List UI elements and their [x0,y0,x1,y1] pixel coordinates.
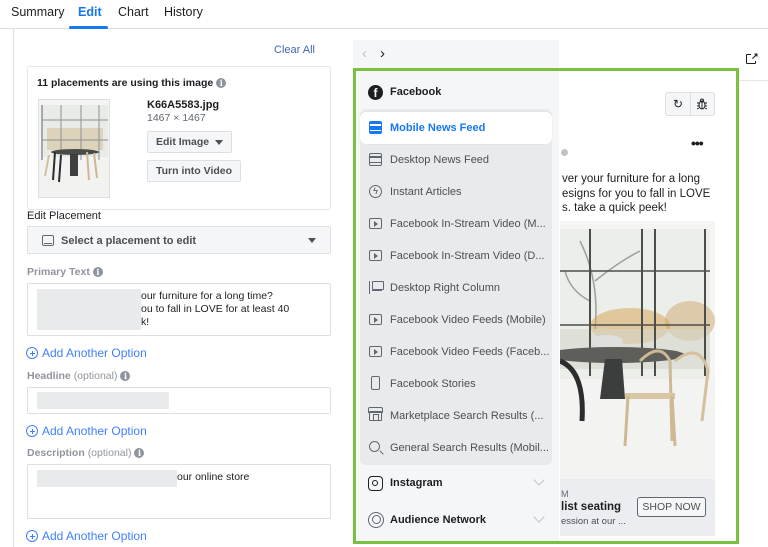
primary-text-label: Primary Text i [27,266,103,278]
chevron-left-icon[interactable]: ‹ [362,45,367,62]
headline-label: Headline (optional) i [27,370,131,382]
redacted-region [37,289,141,330]
redacted-region [37,392,169,409]
image-card-title: 11 placements are using this image i [37,77,227,89]
edit-placement-label: Edit Placement [27,210,101,222]
turn-into-video-button[interactable]: Turn into Video [147,160,242,182]
file-dimensions: 1467 × 1467 [147,112,206,124]
description-input[interactable]: our online store [27,464,331,519]
primary-text-input[interactable]: our furniture for a long time? ou to fal… [27,283,331,336]
add-description-option-button[interactable]: Add Another Option [26,529,147,543]
tab-summary[interactable]: Summary [11,5,64,19]
add-primary-text-option-button[interactable]: Add Another Option [26,346,147,360]
placement-select-value: Select a placement to edit [61,235,197,247]
plus-circle-icon [26,347,38,359]
tab-history[interactable]: History [164,5,203,19]
primary-text-line: our furniture for a long time? [141,290,273,302]
info-icon[interactable]: i [120,371,131,382]
active-tab-indicator [69,26,108,29]
placement-select[interactable]: Select a placement to edit [27,226,331,254]
image-thumbnail[interactable] [38,99,110,198]
edit-image-button[interactable]: Edit Image [147,131,233,153]
plus-circle-icon [26,530,38,542]
tab-edit[interactable]: Edit [78,5,102,19]
open-external-icon[interactable]: ↗ [742,50,760,68]
info-icon[interactable]: i [92,267,103,278]
info-icon[interactable]: i [216,78,227,89]
tab-chart[interactable]: Chart [118,5,149,19]
add-headline-option-button[interactable]: Add Another Option [26,424,147,438]
panel-divider [13,29,14,547]
clear-all-link[interactable]: Clear All [274,44,315,56]
placement-device-icon [42,235,54,246]
caret-down-icon [215,139,224,145]
redacted-region [37,470,177,487]
caret-down-icon [308,238,316,243]
headline-input[interactable] [27,387,331,414]
description-text: our online store [177,471,250,483]
primary-text-line: ou to fall in LOVE for at least 40 [141,303,290,315]
primary-text-line: k! [141,316,150,328]
info-icon[interactable]: i [134,448,145,459]
chevron-right-icon[interactable]: › [380,45,385,62]
image-card: 11 placements are using this image i K66A… [27,66,331,210]
highlight-frame [353,68,739,544]
preview-nav: ‹ › [353,40,559,70]
description-label: Description (optional) i [27,447,145,459]
plus-circle-icon [26,425,38,437]
tab-bar: Summary Edit Chart History [0,0,768,29]
file-name: K66A5583.jpg [147,99,220,111]
